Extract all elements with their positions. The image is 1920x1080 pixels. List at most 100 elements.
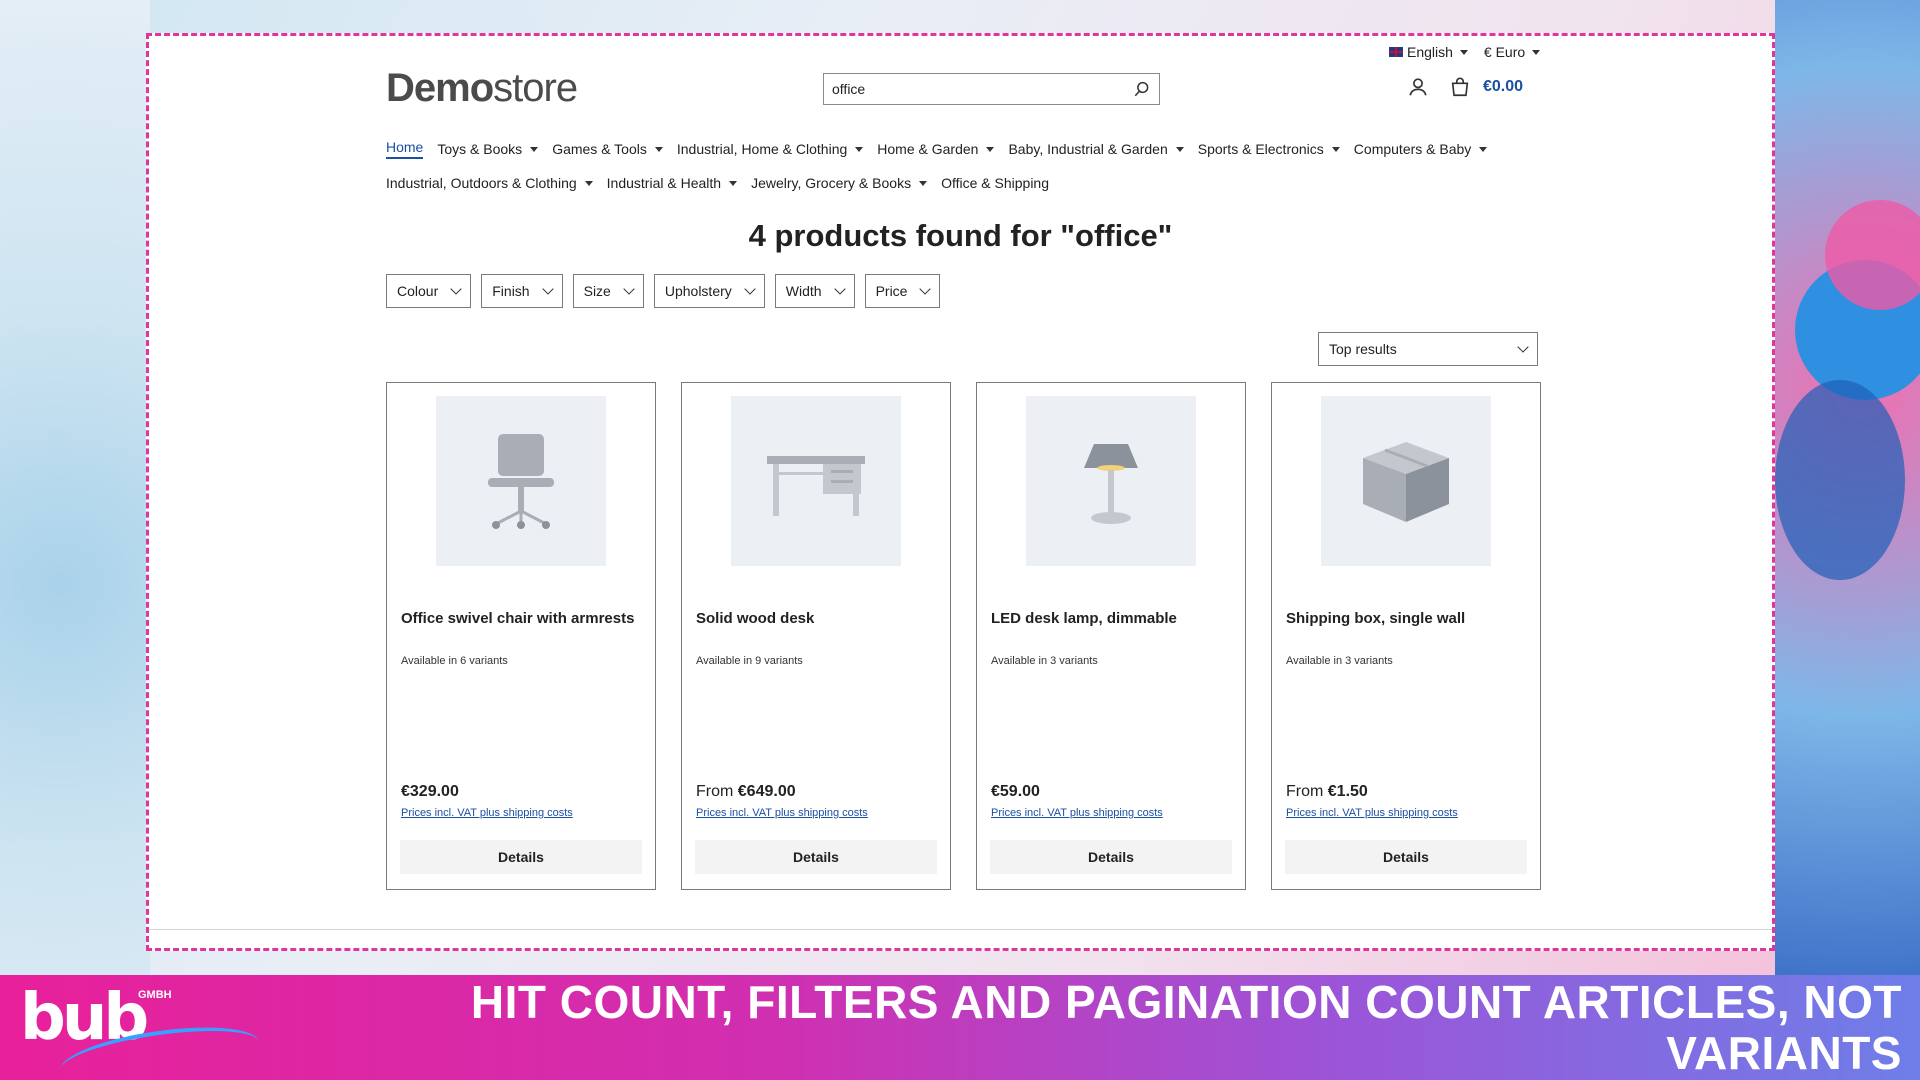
product-price: €329.00 [401,783,459,801]
nav-item[interactable]: Industrial, Outdoors & Clothing [386,175,593,191]
sort-select[interactable]: Top results [1318,332,1538,366]
caret-down-icon [919,180,928,186]
nav-item-label: Toys & Books [437,141,523,157]
currency-selector[interactable]: € Euro [1483,44,1541,60]
filter-dropdown[interactable]: Size [572,274,644,308]
caret-down-icon [1479,146,1488,152]
background-left [0,0,150,975]
vat-shipping-link[interactable]: Prices incl. VAT plus shipping costs [1286,807,1458,819]
filter-dropdown[interactable]: Finish [481,274,563,308]
uk-flag-icon [1389,47,1403,57]
nav-item[interactable]: Sports & Electronics [1198,141,1340,157]
product-card: Solid wood desk Available in 9 variants Fr… [681,382,951,890]
nav-item[interactable]: Office & Shipping [941,175,1049,191]
product-image[interactable] [1026,396,1196,566]
nav-item[interactable]: Jewelry, Grocery & Books [751,175,928,191]
filter-label: Finish [492,283,530,299]
nav-item-label: Industrial, Home & Clothing [676,141,848,157]
nav-item[interactable]: Industrial & Health [607,175,738,191]
product-name[interactable]: Shipping box, single wall [1286,609,1526,628]
divider [149,929,1772,930]
product-card: LED desk lamp, dimmable Available in 3 va… [976,382,1246,890]
details-button[interactable]: Details [1285,840,1527,874]
lamp-icon [1046,414,1176,549]
topbar: English € Euro [1389,44,1541,60]
filter-label: Colour [397,283,439,299]
chevron-down-icon [744,283,756,295]
currency-label: € Euro [1483,44,1526,60]
search-icon[interactable] [1133,80,1151,98]
details-button[interactable]: Details [400,840,642,874]
header-actions: €0.00 [1407,76,1523,98]
desk-icon [751,414,881,549]
logo-light: store [493,66,578,110]
nav-item[interactable]: Computers & Baby [1354,141,1488,157]
chair-icon [456,414,586,549]
nav-item-label: Computers & Baby [1353,141,1472,157]
caret-down-icon [1331,146,1340,152]
product-price: From €649.00 [696,783,796,801]
caret-down-icon [1175,146,1184,152]
filter-dropdown[interactable]: Colour [386,274,472,308]
store-logo[interactable]: Demostore [386,66,578,111]
product-card: Office swivel chair with armrests Availab… [386,382,656,890]
nav-item[interactable]: Toys & Books [437,141,539,157]
caret-down-icon [729,180,738,186]
brand-suffix: GMBH [138,989,172,1001]
product-image[interactable] [731,396,901,566]
details-button[interactable]: Details [695,840,937,874]
caret-down-icon [855,146,864,152]
product-name[interactable]: LED desk lamp, dimmable [991,609,1231,628]
language-label: English [1407,44,1453,60]
search-input[interactable]: office [823,73,1160,105]
banner-headline: HIT COUNT, FILTERS AND PAGINATION COUNT … [470,976,1902,1079]
product-variants: Available in 3 variants [991,655,1098,667]
vat-shipping-link[interactable]: Prices incl. VAT plus shipping costs [696,807,868,819]
product-name[interactable]: Solid wood desk [696,609,936,628]
caret-down-icon [584,180,593,186]
account-icon[interactable] [1407,76,1429,98]
nav-item-label: Home [386,139,424,155]
nav-item-label: Office & Shipping [941,175,1049,191]
caret-down-icon [1459,49,1468,55]
vat-shipping-link[interactable]: Prices incl. VAT plus shipping costs [401,807,573,819]
vat-shipping-link[interactable]: Prices incl. VAT plus shipping costs [991,807,1163,819]
nav-row: Industrial, Outdoors & Clothing Industria… [386,166,1546,200]
nav-item[interactable]: Home & Garden [877,141,995,157]
product-price: €59.00 [991,783,1040,801]
nav-item[interactable]: Games & Tools [552,141,663,157]
sort-selected: Top results [1329,341,1397,357]
filter-label: Price [875,283,908,299]
product-image[interactable] [1321,396,1491,566]
caret-down-icon [530,146,539,152]
cart-total[interactable]: €0.00 [1483,78,1523,96]
cart-icon[interactable] [1449,76,1471,98]
results-heading: 4 products found for "office" [748,218,1173,253]
filter-dropdown[interactable]: Upholstery [653,274,765,308]
caption-banner: bub GMBH HIT COUNT, FILTERS AND PAGINATI… [0,975,1920,1080]
nav-item[interactable]: Baby, Industrial & Garden [1008,141,1184,157]
store-page: English € Euro Demostore office €0.00 Ho… [149,36,1772,948]
nav-item[interactable]: Home [386,139,424,159]
product-variants: Available in 3 variants [1286,655,1393,667]
chevron-down-icon [1517,341,1529,353]
language-selector[interactable]: English [1389,44,1468,60]
chevron-down-icon [450,283,462,295]
box-icon [1341,414,1471,549]
details-button[interactable]: Details [990,840,1232,874]
price-value: €59.00 [991,783,1040,800]
product-name[interactable]: Office swivel chair with armrests [401,609,641,628]
product-image[interactable] [436,396,606,566]
caret-down-icon [654,146,663,152]
price-value: €329.00 [401,783,459,800]
chevron-down-icon [541,283,554,295]
brand-logo: bub GMBH [20,981,263,1080]
filter-dropdown[interactable]: Price [864,274,941,308]
caret-down-icon [986,146,995,152]
filter-dropdown[interactable]: Width [774,274,855,308]
chevron-down-icon [833,283,846,295]
nav-item[interactable]: Industrial, Home & Clothing [676,141,864,157]
filter-bar: Colour Finish Size Upholstery Width Price [386,274,941,308]
filter-label: Width [785,283,822,299]
deco-circle [1775,380,1905,580]
